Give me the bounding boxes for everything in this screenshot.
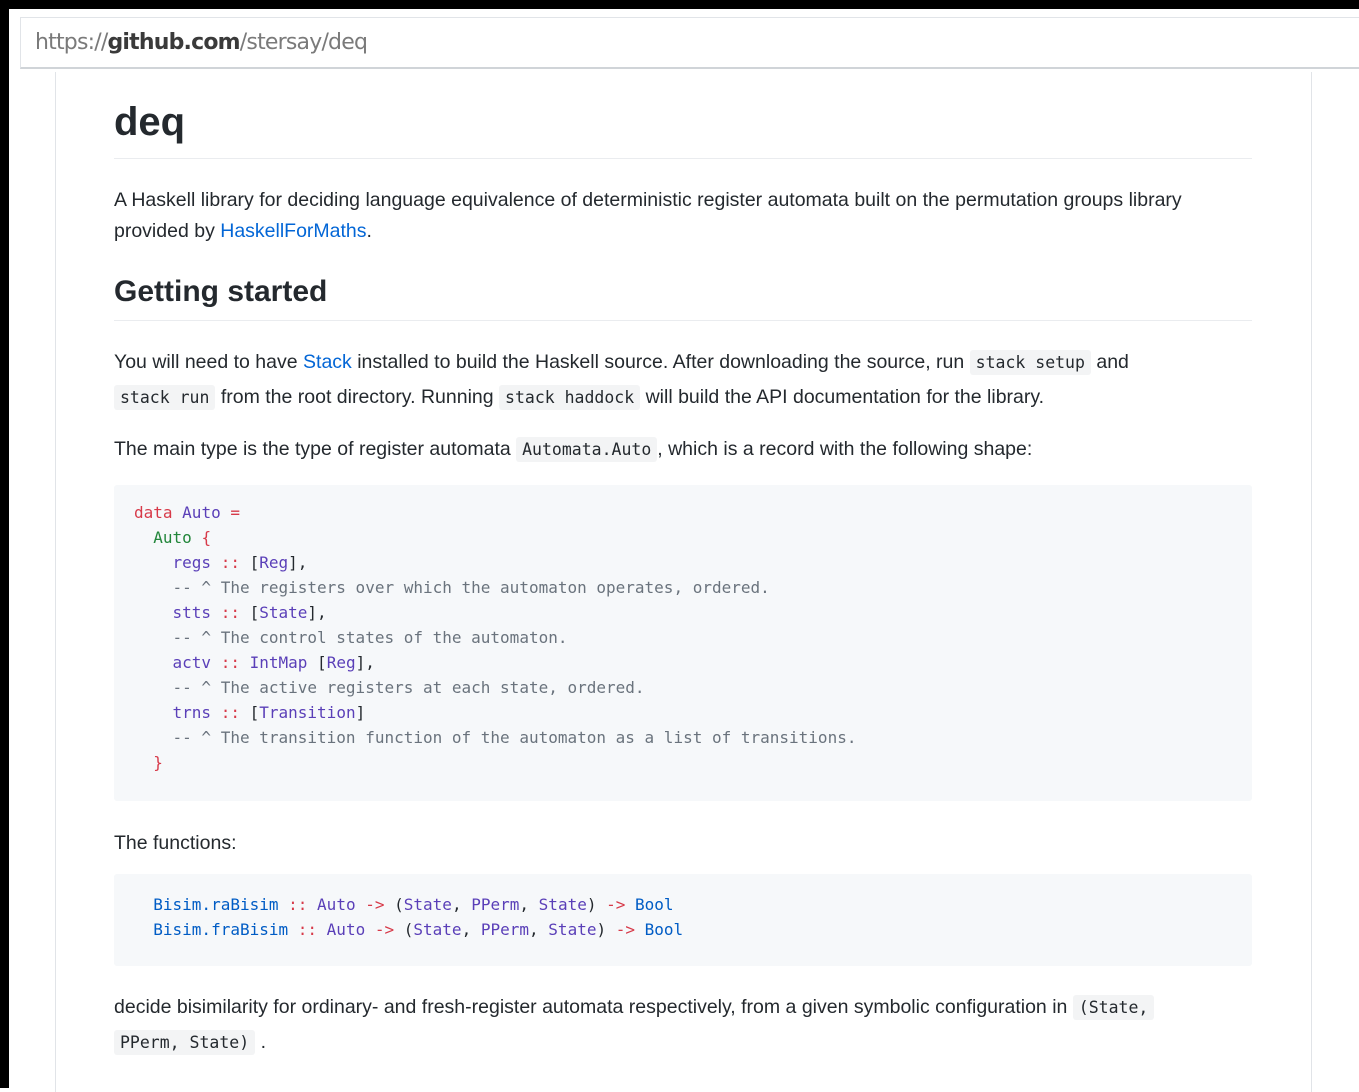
code-line: trns :: [Transition]: [172, 703, 366, 722]
code-comment: -- ^ The registers over which the automa…: [172, 578, 770, 597]
getting-started-heading: Getting started: [114, 275, 328, 308]
code-automata-auto: Automata.Auto: [516, 437, 658, 462]
url-host: github.com: [107, 30, 240, 55]
code-line: regs :: [Reg],: [172, 553, 308, 572]
code-line: Auto {: [153, 528, 212, 547]
title-divider: [114, 158, 1252, 159]
auto-record-code-block: data Auto = Auto { regs :: [Reg], -- ^ T…: [114, 485, 1252, 801]
setup-paragraph: You will need to have Stack installed to…: [114, 350, 1129, 410]
intro-paragraph: A Haskell library for deciding language …: [114, 189, 1182, 242]
url-scheme: https://: [35, 30, 108, 55]
code-comment: -- ^ The control states of the automaton…: [172, 628, 568, 647]
code-stack-run: stack run: [114, 385, 216, 410]
type-paragraph: The main type is the type of register au…: [114, 437, 1033, 462]
code-line: }: [153, 753, 163, 772]
code-comment: -- ^ The active registers at each state,…: [172, 678, 645, 697]
haskellformaths-link[interactable]: HaskellForMaths: [220, 220, 366, 242]
url-text[interactable]: https://github.com/stersay/deq: [35, 30, 368, 55]
code-comment: -- ^ The transition function of the auto…: [172, 728, 857, 747]
code-stack-haddock: stack haddock: [499, 385, 641, 410]
functions-heading-paragraph: The functions:: [114, 832, 237, 854]
readme-title: deq: [114, 100, 186, 144]
code-line: actv :: IntMap [Reg],: [172, 653, 375, 672]
code-stack-setup: stack setup: [969, 350, 1091, 375]
code-configuration-a: (State,: [1072, 995, 1155, 1020]
code-line: stts :: [State],: [172, 603, 327, 622]
address-bar[interactable]: https://github.com/stersay/deq: [20, 17, 1359, 69]
code-line: Bisim.raBisim :: Auto -> (State, PPerm, …: [153, 895, 674, 914]
code-line: Bisim.fraBisim :: Auto -> (State, PPerm,…: [153, 920, 684, 939]
section-divider: [114, 320, 1252, 321]
bisim-code-block: Bisim.raBisim :: Auto -> (State, PPerm, …: [114, 874, 1252, 966]
stack-link[interactable]: Stack: [303, 351, 352, 373]
code-line: data Auto =: [134, 503, 240, 522]
bisim-description-paragraph: decide bisimilarity for ordinary- and fr…: [114, 990, 1252, 1060]
code-configuration-b: PPerm, State): [114, 1030, 256, 1055]
url-path: /stersay/deq: [239, 30, 368, 55]
